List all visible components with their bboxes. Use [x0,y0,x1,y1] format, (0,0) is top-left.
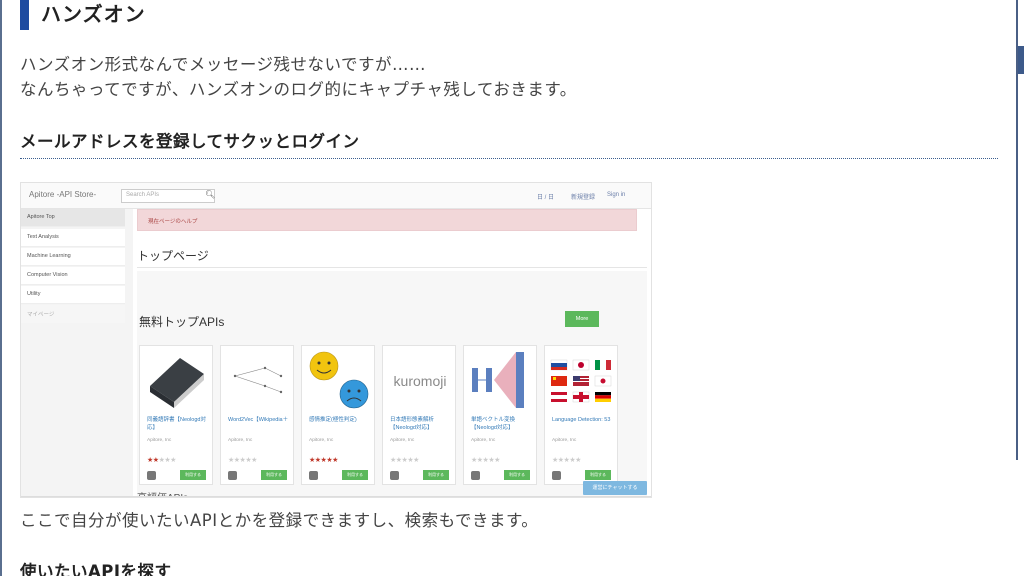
intro-paragraph-2: なんちゃってですが、ハンズオンのログ的にキャプチャ残しておきます。 [20,80,577,99]
shot-page-title: トップページ [137,249,209,263]
shot-topbar: Apitore -API Store- Search APIs 🔍︎ 日 / 日… [21,183,651,209]
embedded-screenshot: Apitore -API Store- Search APIs 🔍︎ 日 / 日… [20,182,652,498]
rating-stars: ★★★★★ [390,457,419,464]
settings-icon [147,471,156,480]
flags-icon [550,359,612,403]
section-heading: ハンズオン [20,0,146,30]
shot-sidebar-item: Machine Learning [21,248,125,266]
article-page: ハンズオン ハンズオン形式なんでメッセージ残せないですが…… なんちゃってですが… [0,0,1024,576]
intro-paragraph-1: ハンズオン形式なんでメッセージ残せないですが…… [20,55,427,74]
shot-brand: Apitore -API Store- [29,190,97,199]
api-card: 同義語辞書【Neologd対応】 Apitore, Inc ★★★★★ 利用する [139,345,213,485]
paragraph-register: ここで自分が使いたいAPIとかを登録できますし、検索もできます。 [20,511,539,530]
api-card-vendor: Apitore, Inc [147,438,172,443]
shot-more-button: More [565,311,599,327]
shot-sidebar-item: Apitore Top [21,209,125,227]
shot-sidebar-item: Computer Vision [21,267,125,285]
shot-main: 現在ページのヘルプ トップページ 無料トップAPIs More 同義語辞書【Ne… [133,209,651,497]
section-heading-text: ハンズオン [41,1,146,26]
rating-stars: ★★★★★ [552,457,581,464]
api-card: 単語ベクトル変換【Neologd対応】 Apitore, Inc ★★★★★ 利… [463,345,537,485]
svg-text:kuromoji: kuromoji [394,373,447,389]
api-card: Language Detection: 53 Apitore, Inc ★★★★… [544,345,618,485]
rating-stars: ★★★★★ [471,457,500,464]
heading-accent-bar [20,0,29,30]
settings-icon [309,471,318,480]
shot-sidebar-item: Utility [21,286,125,304]
api-card: kuromoji 日本語形態素解析【Neologd対応】 Apitore, In… [382,345,456,485]
rating-stars: ★★★★★ [147,457,176,464]
shot-alert: 現在ページのヘルプ [137,209,637,231]
kuromoji-logo: kuromoji [394,373,447,389]
subheading-login: メールアドレスを登録してサクッとログイン [20,128,998,159]
api-use-button: 利用する [261,470,287,480]
shot-search-input: Search APIs [121,189,215,203]
api-card-name: Language Detection: 53 [552,417,611,423]
sidebar-tab[interactable] [1018,46,1024,74]
settings-icon [390,471,399,480]
api-use-button: 利用する [180,470,206,480]
book-icon [150,358,204,408]
api-card-vendor: Apitore, Inc [471,438,496,443]
shot-nav-lang: 日 / 日 [537,195,555,201]
shot-sidebar-item: マイページ [21,305,125,323]
neural-network-icon [472,352,524,408]
api-card-name: 同義語辞書【Neologd対応】 [147,417,206,431]
shot-apis-title: 無料トップAPIs [139,315,225,329]
shot-divider [137,267,647,268]
api-use-button: 利用する [504,470,530,480]
api-use-button: 利用する [342,470,368,480]
subheading-find-api: 使いたいAPIを探す [20,562,172,576]
settings-icon [228,471,237,480]
api-use-button: 利用する [585,470,611,480]
vector-diagram-icon [233,366,283,394]
search-icon: 🔍︎ [205,190,216,199]
shot-chat-button: 運営にチャットする [583,481,647,495]
api-card-name: Word2Vec【Wikipedia＋ [228,417,289,423]
shot-sidebar-item: Text Analysis [21,229,125,247]
rating-stars: ★★★★★ [228,457,257,464]
shot-sidebar: Apitore Top Text Analysis Machine Learni… [21,209,125,497]
shot-bottom-border [21,496,651,497]
api-card-vendor: Apitore, Inc [309,438,334,443]
api-card-name: 単語ベクトル変換【Neologd対応】 [471,417,516,431]
shot-nav-register: 新規登録 [571,195,596,201]
rating-stars: ★★★★★ [309,457,338,464]
api-card-vendor: Apitore, Inc [390,438,415,443]
api-use-button: 利用する [423,470,449,480]
api-card-vendor: Apitore, Inc [228,438,253,443]
api-card: Word2Vec【Wikipedia＋ Apitore, Inc ★★★★★ 利… [220,345,294,485]
api-card: 感情推定(極性判定) Apitore, Inc ★★★★★ 利用する [301,345,375,485]
left-border [0,0,2,576]
shot-nav-signin: Sign in [607,192,626,198]
api-card-name: 日本語形態素解析【Neologd対応】 [390,417,435,431]
api-card-name: 感情推定(極性判定) [309,417,357,423]
sentiment-faces-icon [309,351,369,409]
settings-icon [471,471,480,480]
api-card-vendor: Apitore, Inc [552,438,577,443]
settings-icon [552,471,561,480]
